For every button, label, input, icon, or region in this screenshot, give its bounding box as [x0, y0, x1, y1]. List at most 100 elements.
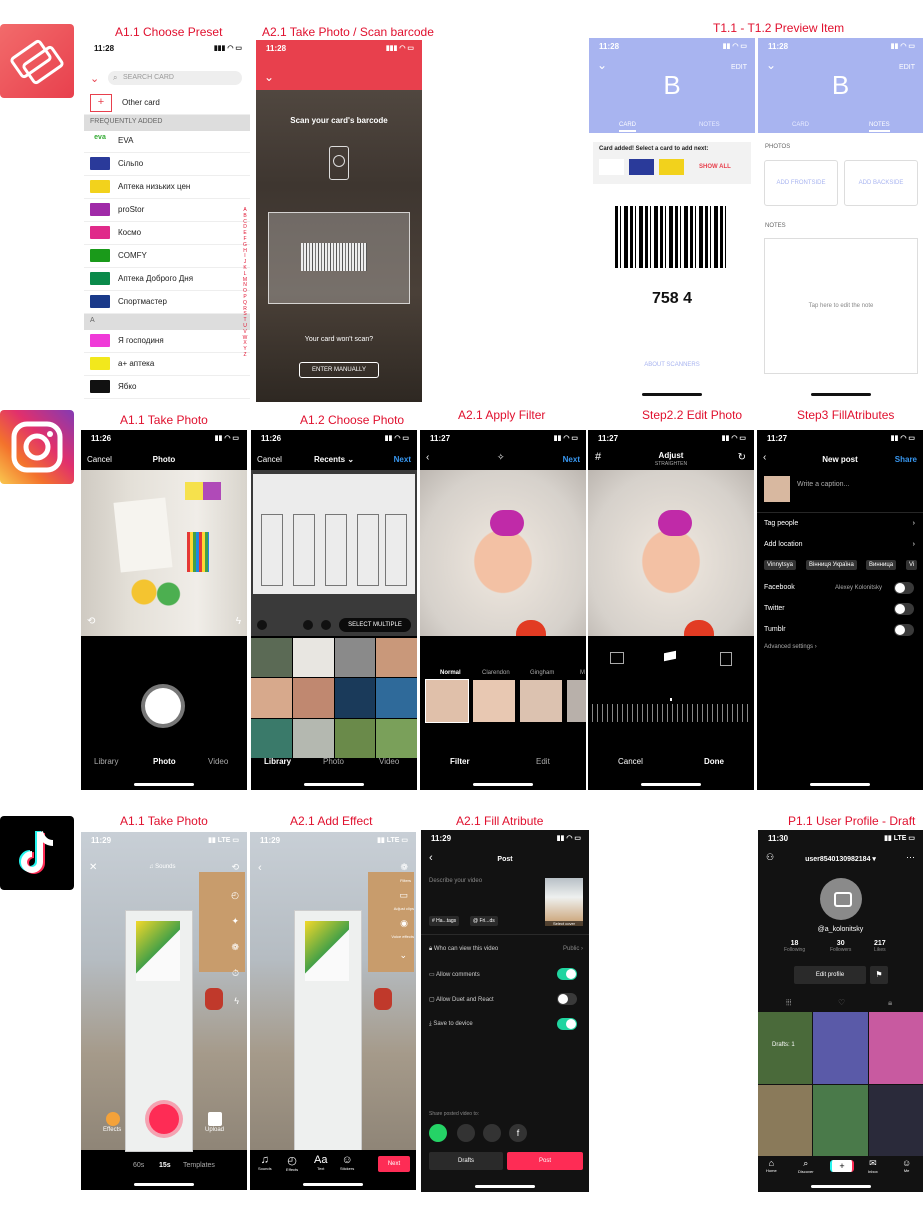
tumblr-toggle[interactable] — [894, 624, 914, 636]
chevron-down-icon[interactable]: ⌄ — [90, 72, 99, 85]
cover-thumbnail[interactable]: Select cover — [545, 878, 583, 926]
stat-likes[interactable]: 217 Likes — [874, 940, 886, 953]
stat-followers[interactable]: 30 Followers — [830, 940, 851, 953]
timer-icon[interactable]: ⏱ — [232, 968, 239, 979]
flip-camera-icon[interactable]: ⟲ — [231, 862, 239, 873]
stat-following[interactable]: 18 Following — [784, 940, 805, 953]
duration-15s[interactable]: 15s — [159, 1162, 171, 1169]
bookmark-button[interactable]: ⚑ — [870, 966, 888, 984]
save-device-toggle[interactable] — [557, 1018, 577, 1030]
filter-thumb-normal[interactable] — [425, 679, 469, 723]
tab-library[interactable]: Library — [94, 757, 118, 766]
flip-camera-icon[interactable]: ⟲ — [87, 616, 95, 627]
rotate-icon[interactable]: ↻ — [738, 452, 746, 463]
nav-home[interactable]: ⌂ Home — [766, 1158, 777, 1173]
vertical-perspective-icon[interactable] — [610, 652, 624, 664]
nav-me[interactable]: ☺ Me — [902, 1158, 911, 1173]
tab-card[interactable]: CARD — [619, 122, 637, 132]
alphabet-letter[interactable]: Z — [241, 352, 249, 359]
search-input[interactable]: ⌕ SEARCH CARD — [108, 71, 242, 85]
share-button[interactable]: Share — [895, 455, 917, 464]
instagram-share-icon[interactable] — [457, 1124, 475, 1142]
note-input[interactable]: Tap here to edit the note — [764, 238, 918, 374]
video-thumb[interactable] — [813, 1012, 868, 1084]
alphabet-index[interactable]: ABCDEFGHIJKLMNOPQRSTUVWXYZ — [241, 207, 249, 359]
location-chip[interactable]: Винница — [866, 560, 897, 570]
grid-thumb[interactable] — [334, 638, 376, 678]
card-row-kosmo[interactable]: Космо — [84, 222, 250, 245]
card-row-comfy[interactable]: COMFY — [84, 245, 250, 268]
post-button[interactable]: Post — [507, 1152, 583, 1170]
album-selector[interactable]: Recents ⌄ — [251, 455, 417, 464]
advanced-settings-link[interactable]: Advanced settings › — [764, 644, 817, 650]
video-thumb-drafts[interactable]: Drafts: 1 — [758, 1012, 813, 1084]
record-button[interactable] — [149, 1104, 179, 1134]
edit-profile-button[interactable]: Edit profile — [794, 966, 866, 984]
sounds-tool[interactable]: ♫ Sounds — [258, 1154, 272, 1171]
filter-thumb-gingham[interactable] — [520, 680, 562, 722]
grid-thumb[interactable] — [251, 718, 292, 758]
twitter-toggle[interactable] — [894, 603, 914, 615]
chevron-down-icon[interactable]: ⌄ — [264, 70, 274, 84]
tab-card[interactable]: CARD — [792, 122, 809, 128]
who-can-view-row[interactable]: 🔒︎ Who can view this video Public › — [429, 946, 583, 953]
close-icon[interactable]: ✕ — [89, 862, 97, 873]
facebook-icon[interactable]: f — [509, 1124, 527, 1142]
friends-chip[interactable]: @ Fri...ds — [470, 916, 498, 926]
layout-icon[interactable] — [321, 620, 331, 630]
video-thumb[interactable] — [868, 1012, 923, 1084]
other-card-row[interactable]: + Other card — [84, 92, 250, 115]
nav-inbox[interactable]: ✉ Inbox — [868, 1158, 878, 1174]
messenger-icon[interactable] — [483, 1124, 501, 1142]
boomerang-icon[interactable] — [303, 620, 313, 630]
allow-comments-toggle[interactable] — [557, 968, 577, 980]
show-all-button[interactable]: SHOW ALL — [699, 164, 731, 170]
back-arrow-icon[interactable]: ‹ — [258, 862, 262, 874]
card-row-apteka-nizkih[interactable]: Аптека низьких цен — [84, 176, 250, 199]
effects-button[interactable]: Effects — [103, 1112, 125, 1134]
duration-60s[interactable]: 60s — [133, 1162, 144, 1169]
more-chevron-icon[interactable]: ⌄ — [399, 950, 407, 961]
horizontal-perspective-icon[interactable] — [720, 652, 732, 666]
location-chip[interactable]: Вінниця Україна — [806, 560, 857, 570]
sounds-button[interactable]: ♫ Sounds — [149, 864, 176, 870]
videos-tab-icon[interactable]: ⦙⦙⦙ — [786, 998, 791, 1008]
about-scanners-link[interactable]: ABOUT SCANNERS — [589, 362, 755, 368]
add-frontside-button[interactable]: ADD FRONTSIDE — [764, 160, 838, 206]
tab-notes[interactable]: NOTES — [699, 122, 720, 128]
text-tool[interactable]: Aa Text — [314, 1154, 327, 1171]
private-tab-icon[interactable]: 🔒︎ — [888, 998, 892, 1008]
username-dropdown[interactable]: user8540130982184 ▾ — [758, 855, 923, 863]
adjust-clips-icon[interactable]: ▭ — [399, 890, 408, 901]
magic-wand-icon[interactable]: ✧ — [497, 452, 505, 463]
next-button[interactable]: Next — [563, 455, 580, 464]
avatar[interactable] — [820, 878, 862, 920]
card-row-yabko[interactable]: Ябко — [84, 376, 250, 399]
card-row-silpo[interactable]: Сільпо — [84, 153, 250, 176]
expand-icon[interactable] — [257, 620, 267, 630]
photo-grid[interactable] — [251, 638, 417, 758]
card-row-eva[interactable]: eva EVA — [84, 130, 250, 153]
grid-thumb[interactable] — [292, 678, 334, 718]
stickers-tool[interactable]: ☺ Stickers — [340, 1154, 354, 1171]
caption-input[interactable]: Write a caption... — [797, 481, 849, 488]
card-row-prostor[interactable]: proStor — [84, 199, 250, 222]
video-thumb[interactable] — [758, 1084, 813, 1156]
suggest-apteka-logo[interactable] — [659, 159, 684, 175]
upload-button[interactable]: Upload — [205, 1112, 227, 1134]
video-thumb[interactable] — [868, 1084, 923, 1156]
grid-thumb[interactable] — [334, 678, 376, 718]
filter-strip[interactable]: Normal Clarendon Gingham M — [420, 668, 586, 728]
select-multiple-button[interactable]: SELECT MULTIPLE — [339, 618, 411, 632]
tab-library[interactable]: Library — [264, 757, 291, 766]
nav-create-button[interactable]: + — [830, 1160, 854, 1172]
card-row-sportmaster[interactable]: Спортмастер — [84, 291, 250, 314]
speed-icon[interactable]: ◴ — [231, 890, 239, 901]
tab-edit[interactable]: Edit — [536, 757, 550, 766]
filter-thumb-clarendon[interactable] — [473, 680, 515, 722]
whatsapp-icon[interactable] — [429, 1124, 447, 1142]
grid-thumb[interactable] — [292, 638, 334, 678]
beauty-icon[interactable]: ✦ — [231, 916, 239, 927]
location-chip[interactable]: Vi — [906, 560, 918, 570]
grid-thumb[interactable] — [376, 638, 417, 678]
